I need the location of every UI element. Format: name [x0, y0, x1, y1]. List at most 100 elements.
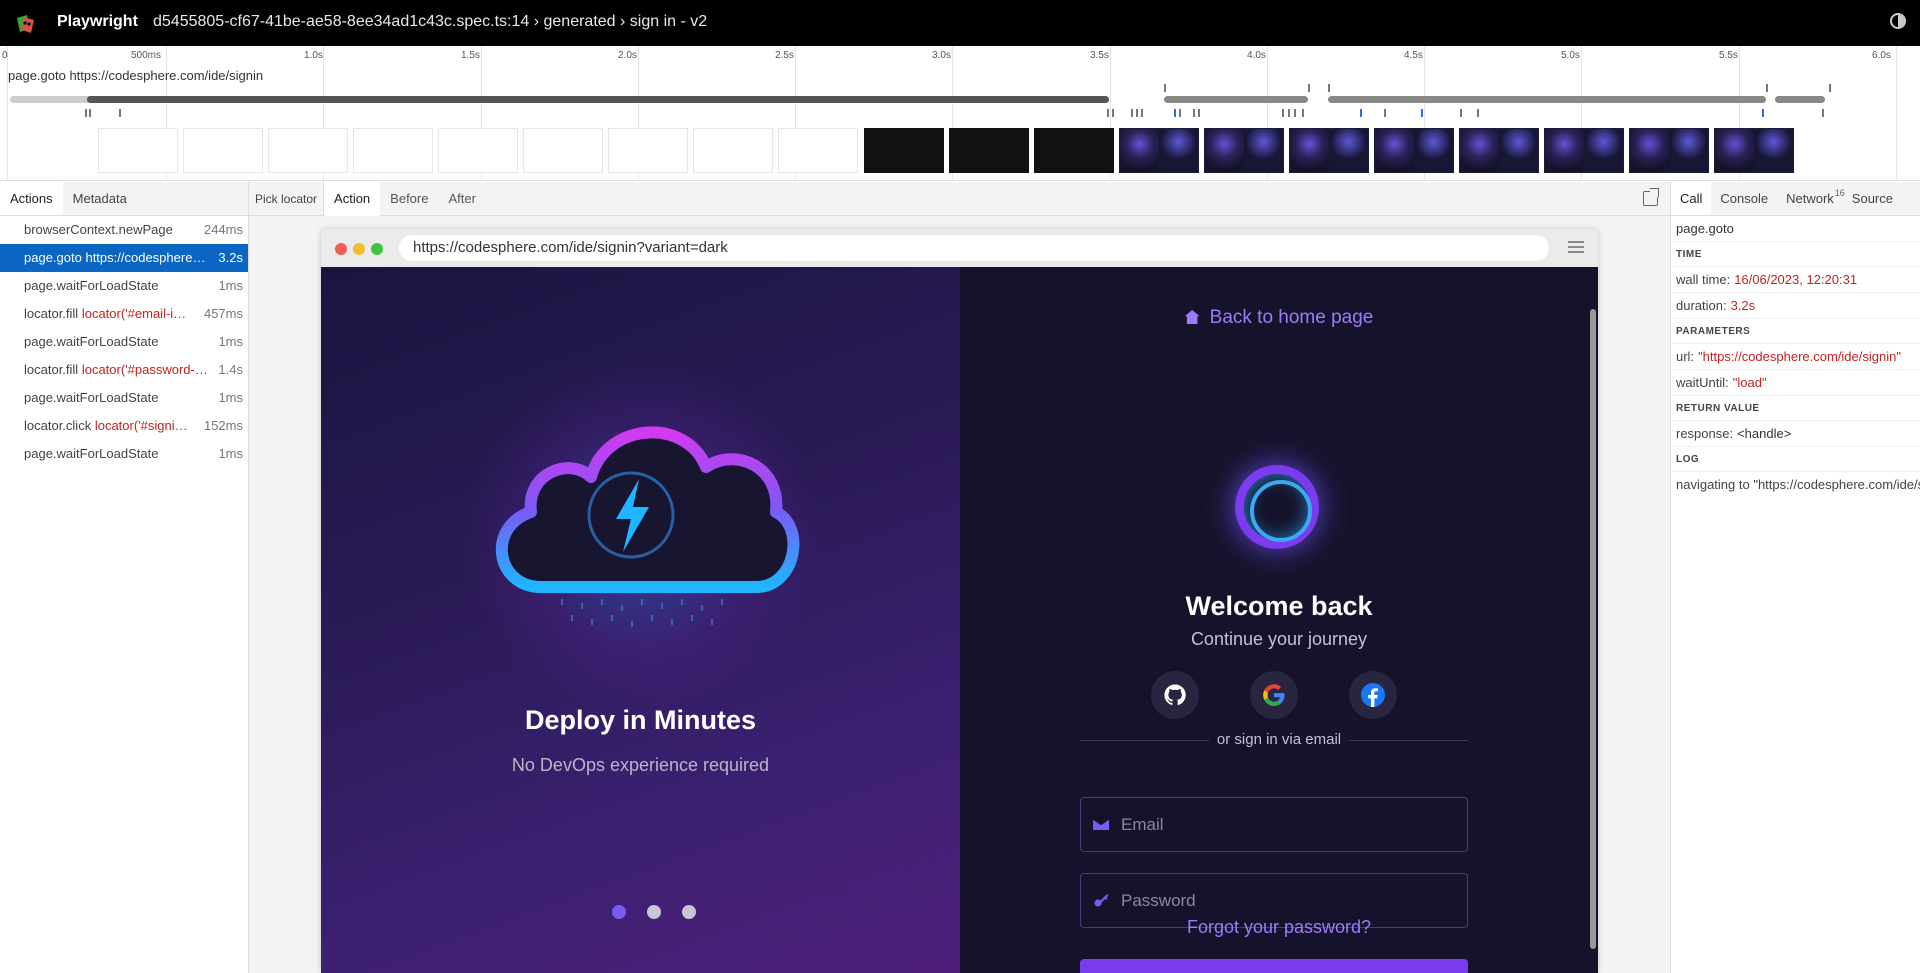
log-line: navigating to "https://codesphere.com/id…	[1676, 477, 1920, 492]
timeline-marker	[1766, 84, 1768, 92]
filmstrip-thumbnail[interactable]	[778, 128, 858, 173]
snapshot-tabbar: Pick locator Action Before After	[249, 181, 1670, 216]
timeline-marker	[1112, 109, 1114, 117]
hamburger-menu-icon[interactable]	[1568, 241, 1584, 253]
filmstrip-thumbnail[interactable]	[1459, 128, 1539, 173]
action-name: page.waitForLoadState	[24, 334, 159, 349]
filmstrip-thumbnail[interactable]	[523, 128, 603, 173]
action-item[interactable]: page.waitForLoadState 1ms	[0, 272, 248, 300]
snapshot-url-bar[interactable]: https://codesphere.com/ide/signin?varian…	[399, 235, 1549, 261]
action-item[interactable]: locator.fill locator('#password-input') …	[0, 356, 248, 384]
timeline-tick-label: 5.5s	[1719, 50, 1738, 61]
action-name: page.waitForLoadState	[24, 390, 159, 405]
spec-title: d5455805-cf67-41be-ae58-8ee34ad1c43c.spe…	[153, 13, 708, 30]
filmstrip-thumbnail[interactable]	[1629, 128, 1709, 173]
promo-subtitle: No DevOps experience required	[511, 755, 770, 775]
filmstrip-thumbnail[interactable]	[98, 128, 178, 173]
browser-chrome: https://codesphere.com/ide/signin?varian…	[321, 229, 1598, 267]
filmstrip-thumbnail[interactable]	[864, 128, 944, 173]
cloud-lightning-icon	[495, 426, 800, 627]
filmstrip-thumbnail[interactable]	[438, 128, 518, 173]
action-arg: locator('#password-input')	[81, 362, 210, 377]
action-duration: 1ms	[218, 446, 243, 461]
action-item[interactable]: page.waitForLoadState 1ms	[0, 440, 248, 468]
carousel-dot[interactable]	[612, 905, 626, 919]
timeline-tick-label: 5.0s	[1561, 50, 1580, 61]
wall-time-label: wall time:	[1676, 272, 1731, 287]
action-duration: 457ms	[203, 306, 243, 321]
carousel-dot[interactable]	[647, 905, 661, 919]
filmstrip-thumbnail[interactable]	[1714, 128, 1794, 173]
tab-metadata[interactable]: Metadata	[63, 182, 137, 215]
tab-before[interactable]: Before	[380, 182, 438, 216]
duration-label: duration:	[1676, 298, 1727, 313]
tab-call[interactable]: Call	[1671, 182, 1712, 215]
timeline-marker	[1328, 84, 1330, 92]
sign-in-button[interactable]	[1080, 959, 1468, 973]
action-item[interactable]: page.goto https://codesphere.com/ide/sig…	[0, 244, 248, 272]
promo-panel: Deploy in Minutes No DevOps experience r…	[321, 267, 960, 973]
filmstrip-thumbnail[interactable]	[1034, 128, 1114, 173]
action-duration: 244ms	[203, 222, 243, 237]
filmstrip-thumbnail[interactable]	[1289, 128, 1369, 173]
timeline-tick-label: 0	[2, 50, 8, 61]
filmstrip-thumbnail[interactable]	[1204, 128, 1284, 173]
tab-console[interactable]: Console	[1711, 182, 1777, 215]
timeline-marker	[1421, 109, 1423, 117]
timeline-marker	[1384, 109, 1386, 117]
timeline-marker	[1282, 109, 1284, 117]
action-item[interactable]: browserContext.newPage 244ms	[0, 216, 248, 244]
page-scrollbar[interactable]	[1590, 309, 1596, 949]
timeline-marker	[1822, 109, 1824, 117]
timeline-marker	[1193, 109, 1195, 117]
back-to-home-link[interactable]: Back to home page	[960, 307, 1598, 329]
filmstrip-thumbnail[interactable]	[1374, 128, 1454, 173]
email-field[interactable]: Email	[1080, 797, 1468, 852]
action-name: locator.click	[24, 418, 92, 433]
wall-time-value: 16/06/2023, 12:20:31	[1734, 272, 1858, 287]
timeline-marker	[1308, 84, 1310, 92]
action-item[interactable]: page.waitForLoadState 1ms	[0, 384, 248, 412]
timeline[interactable]: 0 500ms 1.0s 1.5s 2.0s 2.5s 3.0s 3.5s 4.…	[0, 46, 1920, 181]
filmstrip-thumbnail[interactable]	[949, 128, 1029, 173]
tab-actions[interactable]: Actions	[0, 182, 63, 215]
facebook-signin-button[interactable]	[1349, 671, 1397, 719]
title-bar: Playwright d5455805-cf67-41be-ae58-8ee34…	[0, 0, 1920, 46]
action-item[interactable]: locator.click locator('#signin-button') …	[0, 412, 248, 440]
mail-icon	[1093, 818, 1109, 830]
google-signin-button[interactable]	[1250, 671, 1298, 719]
timeline-marker	[1460, 109, 1462, 117]
theme-toggle-icon[interactable]	[1890, 13, 1906, 29]
action-item[interactable]: page.waitForLoadState 1ms	[0, 328, 248, 356]
pick-locator-button[interactable]: Pick locator	[249, 181, 325, 216]
return-value-section-header: RETURN VALUE	[1671, 396, 1920, 421]
action-arg: locator('#email-input')	[81, 306, 190, 321]
minimize-window-dot-icon	[353, 243, 365, 255]
filmstrip-thumbnail[interactable]	[1119, 128, 1199, 173]
filmstrip-thumbnail[interactable]	[693, 128, 773, 173]
tab-network[interactable]: Network 16	[1777, 182, 1845, 215]
action-item[interactable]: locator.fill locator('#email-input') 457…	[0, 300, 248, 328]
timeline-bar[interactable]	[1164, 96, 1308, 103]
filmstrip-thumbnail[interactable]	[183, 128, 263, 173]
action-duration: 1ms	[218, 334, 243, 349]
tab-action[interactable]: Action	[324, 181, 381, 216]
filmstrip-thumbnail[interactable]	[353, 128, 433, 173]
timeline-bar[interactable]	[1775, 96, 1825, 103]
open-in-new-window-icon[interactable]	[1643, 188, 1659, 206]
tab-source[interactable]: Source	[1843, 182, 1902, 215]
filmstrip-thumbnail[interactable]	[608, 128, 688, 173]
github-signin-button[interactable]	[1151, 671, 1199, 719]
action-duration: 3.2s	[218, 250, 243, 265]
forgot-password-link[interactable]: Forgot your password?	[960, 917, 1598, 938]
carousel-dot[interactable]	[682, 905, 696, 919]
filmstrip-thumbnail[interactable]	[1544, 128, 1624, 173]
timeline-tick-label: 6.0s	[1872, 50, 1891, 61]
tab-after[interactable]: After	[438, 182, 485, 216]
playwright-logo-icon	[17, 15, 34, 33]
timeline-marker	[1477, 109, 1479, 117]
timeline-bar[interactable]	[87, 96, 1109, 103]
timeline-marker	[1136, 109, 1138, 117]
filmstrip-thumbnail[interactable]	[268, 128, 348, 173]
timeline-bar[interactable]	[1328, 96, 1766, 103]
